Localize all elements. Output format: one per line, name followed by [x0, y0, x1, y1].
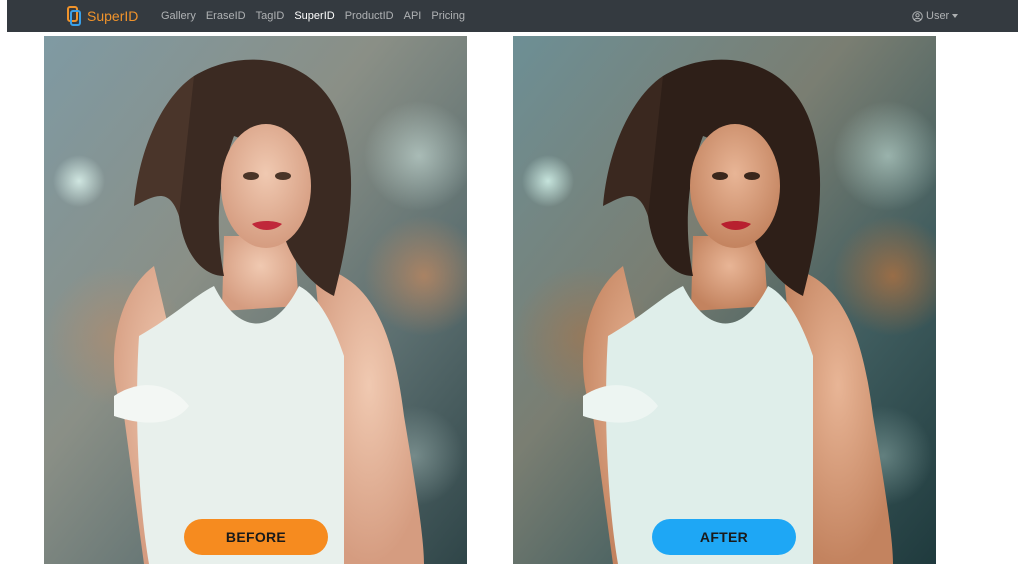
before-photo	[44, 36, 467, 564]
before-label: BEFORE	[184, 519, 328, 555]
user-menu[interactable]: User	[912, 8, 959, 24]
nav-link-tagid[interactable]: TagID	[251, 8, 290, 24]
nav-link-productid[interactable]: ProductID	[340, 8, 399, 24]
user-circle-icon	[912, 10, 923, 22]
nav-link-gallery[interactable]: Gallery	[156, 8, 201, 24]
nav-link-eraseid[interactable]: EraseID	[201, 8, 251, 24]
top-navbar: SuperID Gallery EraseID TagID SuperID Pr…	[7, 0, 1018, 32]
caret-down-icon	[952, 14, 959, 18]
nav-link-api[interactable]: API	[399, 8, 427, 24]
nav-link-superid[interactable]: SuperID	[289, 8, 339, 24]
after-photo-graphic	[513, 36, 936, 564]
brand-link[interactable]: SuperID	[67, 6, 138, 26]
nav-links: Gallery EraseID TagID SuperID ProductID …	[156, 8, 470, 24]
after-photo	[513, 36, 936, 564]
before-photo-graphic	[44, 36, 467, 564]
user-label: User	[926, 10, 950, 22]
nav-link-pricing[interactable]: Pricing	[426, 8, 470, 24]
brand-name: SuperID	[87, 8, 139, 24]
after-label: AFTER	[652, 519, 796, 555]
superid-logo-icon	[67, 6, 81, 26]
